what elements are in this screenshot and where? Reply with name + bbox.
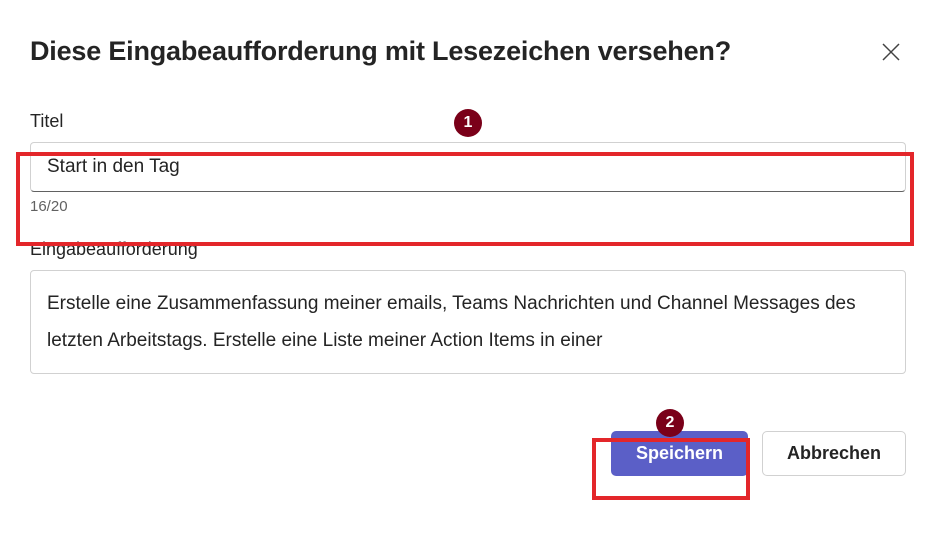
prompt-textarea[interactable]	[30, 270, 906, 374]
title-input[interactable]	[30, 142, 906, 192]
title-char-counter: 16/20	[30, 198, 906, 215]
close-icon	[882, 43, 900, 61]
cancel-button[interactable]: Abbrechen	[762, 431, 906, 476]
title-label: Titel	[30, 111, 906, 132]
title-field-group: Titel 16/20	[30, 111, 906, 215]
prompt-field-group: Eingabeaufforderung	[30, 239, 906, 379]
dialog-title: Diese Eingabeaufforderung mit Lesezeiche…	[30, 36, 731, 67]
prompt-label: Eingabeaufforderung	[30, 239, 906, 260]
dialog-button-row: Speichern Abbrechen	[30, 431, 906, 476]
dialog-header: Diese Eingabeaufforderung mit Lesezeiche…	[30, 36, 906, 67]
close-button[interactable]	[876, 37, 906, 67]
save-button[interactable]: Speichern	[611, 431, 748, 476]
